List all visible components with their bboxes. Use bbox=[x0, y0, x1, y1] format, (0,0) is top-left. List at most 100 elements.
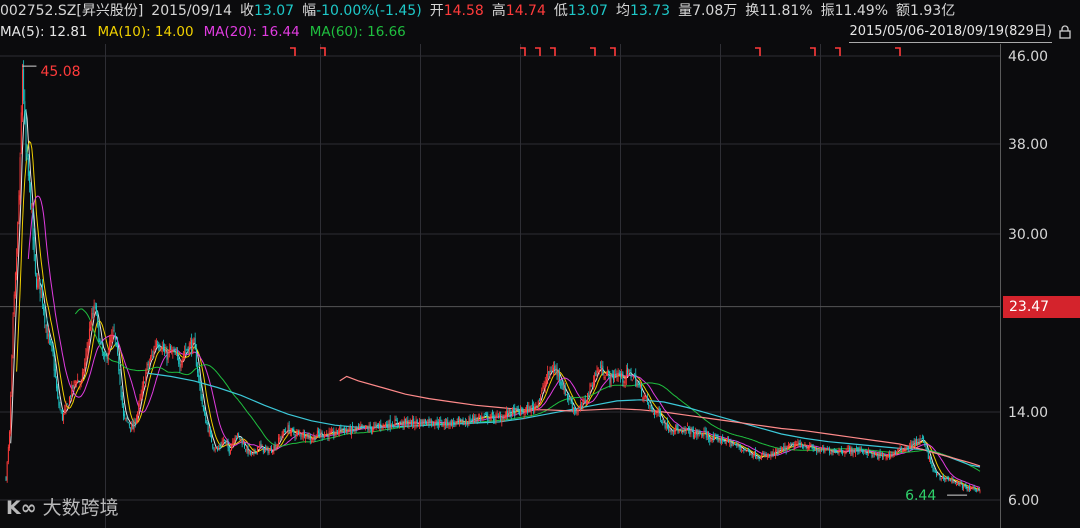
candle-body bbox=[772, 451, 774, 455]
candle-body bbox=[541, 389, 543, 395]
candle-body bbox=[782, 447, 784, 449]
candle-body bbox=[522, 411, 524, 414]
candle-body bbox=[363, 425, 365, 429]
y-tick-label: 6.00 bbox=[1008, 493, 1039, 509]
candle-body bbox=[678, 430, 680, 433]
candle-body bbox=[958, 482, 960, 486]
candle-body bbox=[739, 446, 741, 449]
event-flag-icon bbox=[835, 47, 841, 56]
candle-body bbox=[475, 418, 477, 420]
candle-body bbox=[429, 419, 431, 423]
candle-body bbox=[382, 423, 384, 427]
date-range[interactable]: 2015/05/06-2018/09/19(829日) bbox=[849, 22, 1052, 43]
candle-body bbox=[24, 101, 26, 116]
candle-body bbox=[265, 447, 267, 450]
candle-body bbox=[16, 257, 18, 275]
price-chart[interactable]: 45.08 6.44 46.00 38.00 30.00 14.00 6.00 bbox=[0, 44, 1080, 528]
candle-body bbox=[313, 436, 315, 440]
candle-body bbox=[852, 448, 854, 456]
candle-body bbox=[63, 413, 65, 421]
candle-body bbox=[810, 444, 812, 447]
candle-body bbox=[442, 424, 444, 427]
candle-body bbox=[865, 451, 867, 453]
candle-body bbox=[872, 452, 874, 458]
candle-body bbox=[148, 361, 150, 366]
candle-body bbox=[208, 430, 210, 434]
candle-body bbox=[947, 477, 949, 481]
candle-body bbox=[557, 370, 559, 377]
candle-body bbox=[316, 430, 318, 435]
candle-body bbox=[766, 455, 768, 458]
candle-body bbox=[386, 424, 388, 426]
candle-body bbox=[907, 446, 909, 449]
candle-body bbox=[977, 488, 979, 491]
candle-body bbox=[725, 441, 727, 445]
candle-body bbox=[669, 429, 671, 432]
candle-body bbox=[844, 452, 846, 454]
candle-body bbox=[395, 418, 397, 422]
candle-body bbox=[736, 443, 738, 446]
candle-body bbox=[209, 429, 211, 434]
candle-body bbox=[711, 436, 713, 441]
candle-body bbox=[921, 437, 923, 439]
candle-body bbox=[246, 447, 248, 452]
candle-body bbox=[618, 372, 620, 374]
candle-body bbox=[390, 425, 392, 428]
candle-body bbox=[563, 385, 565, 392]
lock-icon[interactable] bbox=[1058, 25, 1072, 39]
candle-body bbox=[157, 343, 159, 346]
candle-body bbox=[424, 419, 426, 424]
candle-body bbox=[953, 481, 955, 483]
candle-body bbox=[225, 440, 227, 443]
candle-body bbox=[264, 449, 265, 454]
candle-body bbox=[756, 457, 758, 459]
candle-body bbox=[765, 454, 767, 457]
candle-body bbox=[553, 367, 554, 372]
candle-body bbox=[435, 419, 437, 423]
candle-body bbox=[789, 443, 791, 446]
candle-body bbox=[320, 432, 322, 435]
price-markers: 45.08 6.44 bbox=[22, 47, 968, 504]
candle-body bbox=[568, 397, 570, 401]
candle-body bbox=[750, 453, 752, 455]
candle-body bbox=[873, 452, 875, 455]
candle-body bbox=[517, 408, 519, 411]
candlesticks bbox=[5, 60, 981, 494]
candle-body bbox=[824, 449, 826, 453]
candle-body bbox=[90, 327, 92, 331]
candle-body bbox=[636, 383, 638, 387]
candle-body bbox=[301, 436, 303, 437]
candle-body bbox=[98, 323, 100, 343]
candle-body bbox=[266, 447, 268, 449]
candle-body bbox=[779, 449, 781, 451]
candle-body bbox=[624, 378, 626, 384]
candle-body bbox=[764, 454, 766, 456]
candle-body bbox=[561, 381, 563, 386]
candle-body bbox=[937, 474, 939, 475]
candle-body bbox=[462, 418, 464, 426]
candle-body bbox=[421, 419, 423, 427]
candle-body bbox=[299, 433, 301, 435]
candle-body bbox=[752, 455, 754, 458]
candle-body bbox=[457, 417, 459, 422]
candle-body bbox=[588, 394, 590, 396]
candle-body bbox=[49, 334, 50, 340]
candle-body bbox=[898, 448, 900, 451]
candle-body bbox=[147, 364, 149, 366]
candle-body bbox=[25, 115, 27, 153]
candle-body bbox=[139, 397, 141, 402]
candle-body bbox=[912, 441, 914, 449]
candle-body bbox=[662, 421, 664, 423]
candle-body bbox=[643, 396, 645, 400]
candle-body bbox=[932, 464, 934, 471]
candle-body bbox=[140, 393, 142, 399]
candle-body bbox=[144, 382, 146, 384]
candle-body bbox=[635, 374, 637, 386]
candle-body bbox=[443, 421, 445, 427]
candle-body bbox=[661, 421, 663, 423]
candle-body bbox=[629, 369, 631, 371]
candle-body bbox=[37, 279, 39, 288]
candle-body bbox=[31, 210, 33, 212]
candle-body bbox=[56, 379, 57, 389]
candle-body bbox=[414, 425, 416, 427]
